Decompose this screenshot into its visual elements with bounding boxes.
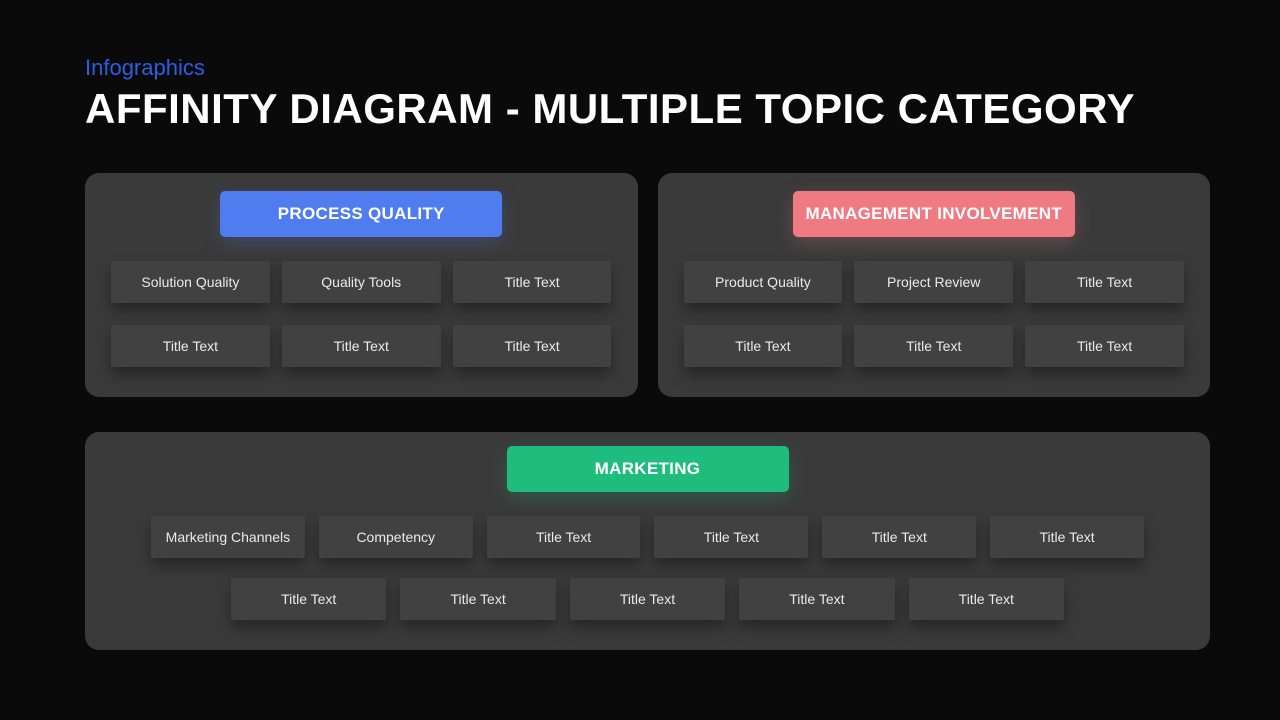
affinity-card: Title Text [1025, 261, 1184, 303]
affinity-card: Marketing Channels [151, 516, 305, 558]
affinity-card: Title Text [231, 578, 386, 620]
badge-process-quality: PROCESS QUALITY [220, 191, 502, 237]
affinity-card: Title Text [654, 516, 808, 558]
affinity-card: Title Text [909, 578, 1064, 620]
affinity-card: Project Review [854, 261, 1013, 303]
badge-marketing: MARKETING [507, 446, 789, 492]
affinity-card: Title Text [570, 578, 725, 620]
affinity-card: Title Text [684, 325, 843, 367]
affinity-card: Title Text [111, 325, 270, 367]
panel-marketing: MARKETING Marketing Channels Competency … [85, 432, 1210, 650]
affinity-card: Title Text [453, 261, 612, 303]
badge-management-involvement: MANAGEMENT INVOLVEMENT [793, 191, 1075, 237]
affinity-card: Title Text [854, 325, 1013, 367]
affinity-card: Title Text [400, 578, 555, 620]
page-title: AFFINITY DIAGRAM - MULTIPLE TOPIC CATEGO… [85, 85, 1210, 133]
affinity-card: Competency [319, 516, 473, 558]
affinity-card: Title Text [453, 325, 612, 367]
eyebrow-text: Infographics [85, 55, 1210, 81]
affinity-card: Title Text [487, 516, 641, 558]
panel-process-quality: PROCESS QUALITY Solution Quality Quality… [85, 173, 638, 397]
affinity-card: Title Text [822, 516, 976, 558]
panel-management-involvement: MANAGEMENT INVOLVEMENT Product Quality P… [658, 173, 1211, 397]
affinity-card: Title Text [282, 325, 441, 367]
affinity-card: Product Quality [684, 261, 843, 303]
affinity-card: Quality Tools [282, 261, 441, 303]
affinity-card: Title Text [1025, 325, 1184, 367]
affinity-card: Title Text [739, 578, 894, 620]
affinity-card: Solution Quality [111, 261, 270, 303]
affinity-card: Title Text [990, 516, 1144, 558]
